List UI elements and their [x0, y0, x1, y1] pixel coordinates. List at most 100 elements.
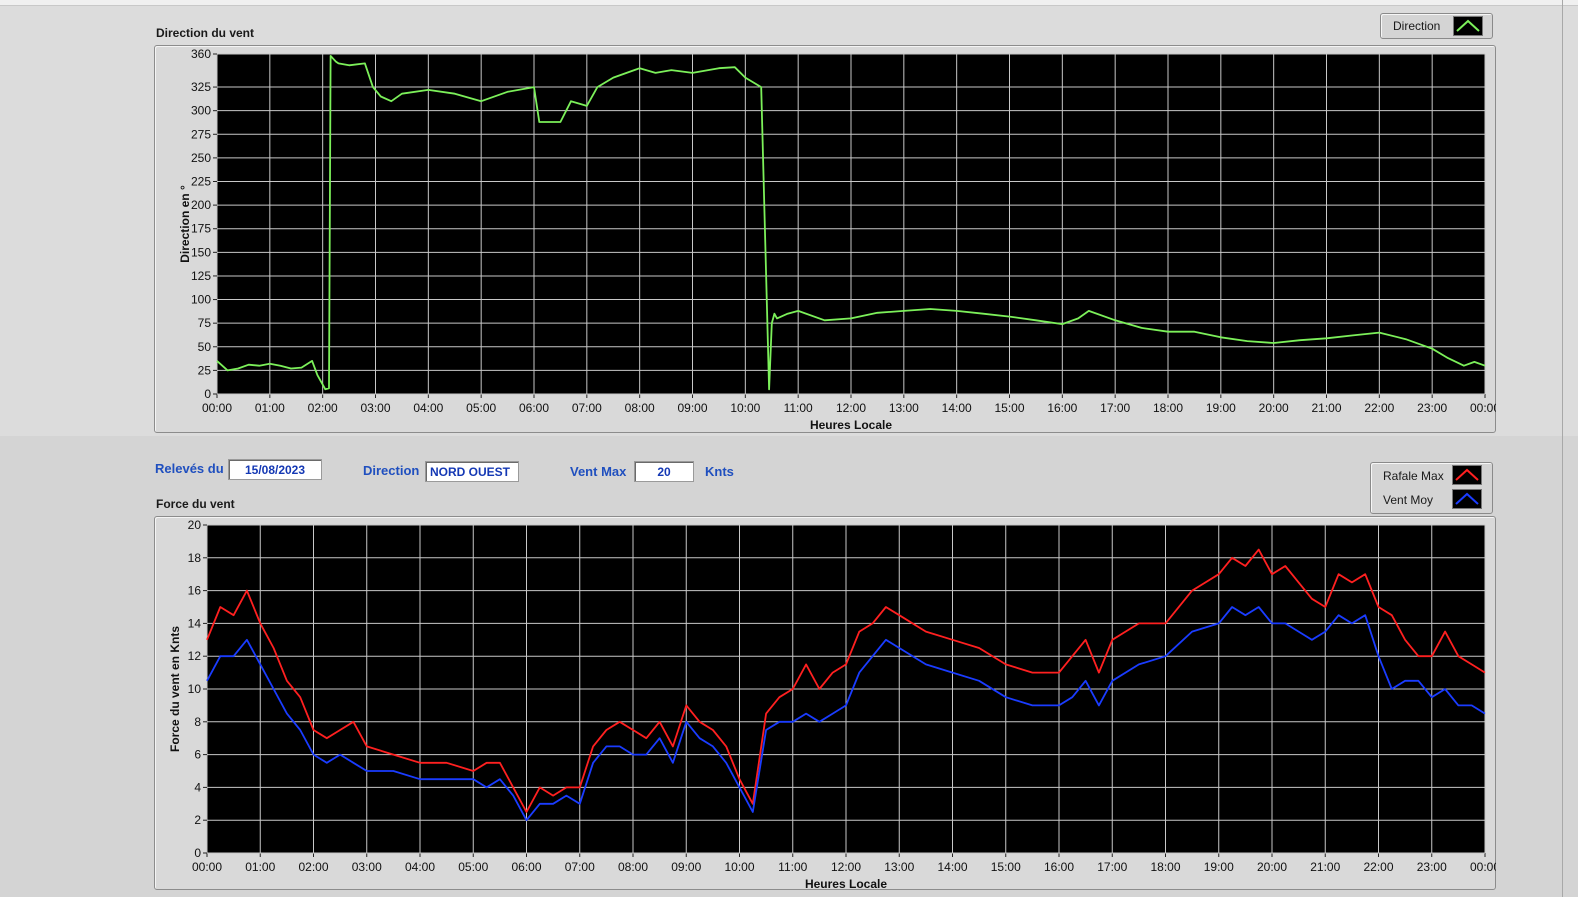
dir-x-tick-label: 03:00	[360, 401, 390, 415]
force-x-tick-label: 13:00	[884, 860, 914, 874]
force-x-tick-label: 00:00	[1470, 860, 1496, 874]
force-y-tick-label: 4	[194, 780, 201, 794]
direction-legend-label: Direction	[1393, 19, 1441, 33]
force-y-tick-label: 12	[188, 649, 202, 663]
dir-x-tick-label: 07:00	[572, 401, 602, 415]
dir-x-tick-label: 00:00	[1470, 401, 1496, 415]
force-x-tick-label: 15:00	[991, 860, 1021, 874]
force-y-tick-label: 0	[194, 846, 201, 860]
dir-y-tick-label: 300	[191, 104, 211, 118]
force-x-tick-label: 20:00	[1257, 860, 1287, 874]
dir-x-tick-label: 23:00	[1417, 401, 1447, 415]
force-legend-label-avg: Vent Moy	[1383, 493, 1434, 507]
dir-x-tick-label: 18:00	[1153, 401, 1183, 415]
force-x-tick-label: 23:00	[1417, 860, 1447, 874]
dir-x-tick-label: 01:00	[255, 401, 285, 415]
direction-chart-title: Direction du vent	[156, 26, 255, 40]
force-x-tick-label: 09:00	[671, 860, 701, 874]
date-field[interactable]: 15/08/2023	[228, 459, 322, 480]
dir-x-tick-label: 21:00	[1311, 401, 1341, 415]
ventmax-unit: Knts	[705, 464, 734, 479]
force-x-tick-label: 18:00	[1150, 860, 1180, 874]
force-x-axis-label: Heures Locale	[805, 877, 887, 891]
dir-y-tick-label: 0	[204, 387, 211, 401]
force-y-tick-label: 20	[188, 518, 202, 532]
force-x-tick-label: 11:00	[778, 860, 807, 874]
force-y-axis-label: Force du vent en Knts	[168, 626, 182, 752]
force-x-tick-label: 22:00	[1363, 860, 1393, 874]
dir-x-tick-label: 08:00	[625, 401, 655, 415]
force-y-tick-label: 16	[188, 584, 202, 598]
dir-x-tick-label: 05:00	[466, 401, 496, 415]
direction-legend-swatch-icon	[1453, 16, 1483, 36]
force-y-tick-label: 8	[194, 715, 201, 729]
dir-y-tick-label: 125	[191, 269, 211, 283]
dir-y-tick-label: 225	[191, 175, 211, 189]
force-x-tick-label: 02:00	[298, 860, 328, 874]
gust-legend-swatch-icon	[1452, 465, 1482, 485]
dir-y-tick-label: 150	[191, 245, 211, 259]
dir-y-tick-label: 175	[191, 222, 211, 236]
dir-x-tick-label: 22:00	[1364, 401, 1394, 415]
dir-y-tick-label: 325	[191, 80, 211, 94]
dir-x-tick-label: 10:00	[730, 401, 760, 415]
force-x-tick-label: 16:00	[1044, 860, 1074, 874]
dir-x-tick-label: 06:00	[519, 401, 549, 415]
dir-x-tick-label: 15:00	[994, 401, 1024, 415]
force-y-tick-label: 18	[188, 551, 202, 565]
force-y-tick-label: 10	[188, 682, 202, 696]
dir-x-tick-label: 16:00	[1047, 401, 1077, 415]
dir-y-axis-label: Direction en °	[178, 185, 192, 263]
dir-x-tick-label: 11:00	[784, 401, 813, 415]
force-y-tick-label: 2	[194, 813, 201, 827]
ventmax-field[interactable]: 20	[634, 461, 694, 482]
force-x-tick-label: 04:00	[405, 860, 435, 874]
direction-field[interactable]: NORD OUEST	[425, 461, 519, 482]
direction-legend[interactable]: Direction	[1380, 13, 1493, 39]
dir-x-tick-label: 00:00	[202, 401, 232, 415]
dir-x-tick-label: 17:00	[1100, 401, 1130, 415]
force-y-tick-label: 14	[188, 616, 202, 630]
force-x-tick-label: 10:00	[724, 860, 754, 874]
avg-legend-swatch-icon	[1452, 489, 1482, 509]
dir-x-tick-label: 13:00	[889, 401, 919, 415]
direction-label: Direction	[363, 463, 420, 478]
dir-y-tick-label: 250	[191, 151, 211, 165]
force-y-tick-label: 6	[194, 748, 201, 762]
force-legend[interactable]: Rafale Max Vent Moy	[1370, 462, 1493, 514]
ventmax-label: Vent Max	[570, 464, 627, 479]
dir-y-tick-label: 75	[198, 316, 212, 330]
dir-x-tick-label: 20:00	[1259, 401, 1289, 415]
dir-x-axis-label: Heures Locale	[810, 418, 892, 432]
direction-chart: 00:00 01:00 02:00 03:00 04:00 05:00 06:00 07:00…	[178, 47, 1496, 432]
force-x-tick-label: 17:00	[1097, 860, 1127, 874]
force-x-tick-label: 03:00	[352, 860, 382, 874]
force-x-tick-label: 21:00	[1310, 860, 1340, 874]
dir-x-tick-label: 02:00	[308, 401, 338, 415]
force-chart: 00:00 01:00 02:00 03:00 04:00 05:00 06:00 07:00…	[168, 518, 1496, 891]
force-x-tick-label: 12:00	[831, 860, 861, 874]
dir-y-tick-label: 100	[191, 293, 211, 307]
dir-x-tick-label: 12:00	[836, 401, 866, 415]
dir-y-tick-label: 275	[191, 127, 211, 141]
date-label: Relevés du	[155, 461, 224, 476]
dir-x-tick-label: 19:00	[1206, 401, 1236, 415]
dir-y-tick-label: 50	[198, 340, 212, 354]
dir-y-tick-label: 360	[191, 47, 211, 61]
force-legend-label-gust: Rafale Max	[1383, 469, 1444, 483]
force-x-tick-label: 01:00	[245, 860, 275, 874]
force-x-tick-label: 00:00	[192, 860, 222, 874]
dir-x-tick-label: 14:00	[942, 401, 972, 415]
right-edge-divider	[1562, 0, 1563, 897]
force-x-tick-label: 19:00	[1204, 860, 1234, 874]
force-x-tick-label: 14:00	[937, 860, 967, 874]
force-x-tick-label: 07:00	[565, 860, 595, 874]
force-chart-title: Force du vent	[156, 497, 235, 511]
dir-y-tick-label: 200	[191, 198, 211, 212]
force-x-tick-label: 08:00	[618, 860, 648, 874]
force-x-tick-label: 05:00	[458, 860, 488, 874]
dir-x-tick-label: 09:00	[677, 401, 707, 415]
dir-x-tick-label: 04:00	[413, 401, 443, 415]
force-x-tick-label: 06:00	[511, 860, 541, 874]
dir-y-tick-label: 25	[198, 363, 212, 377]
